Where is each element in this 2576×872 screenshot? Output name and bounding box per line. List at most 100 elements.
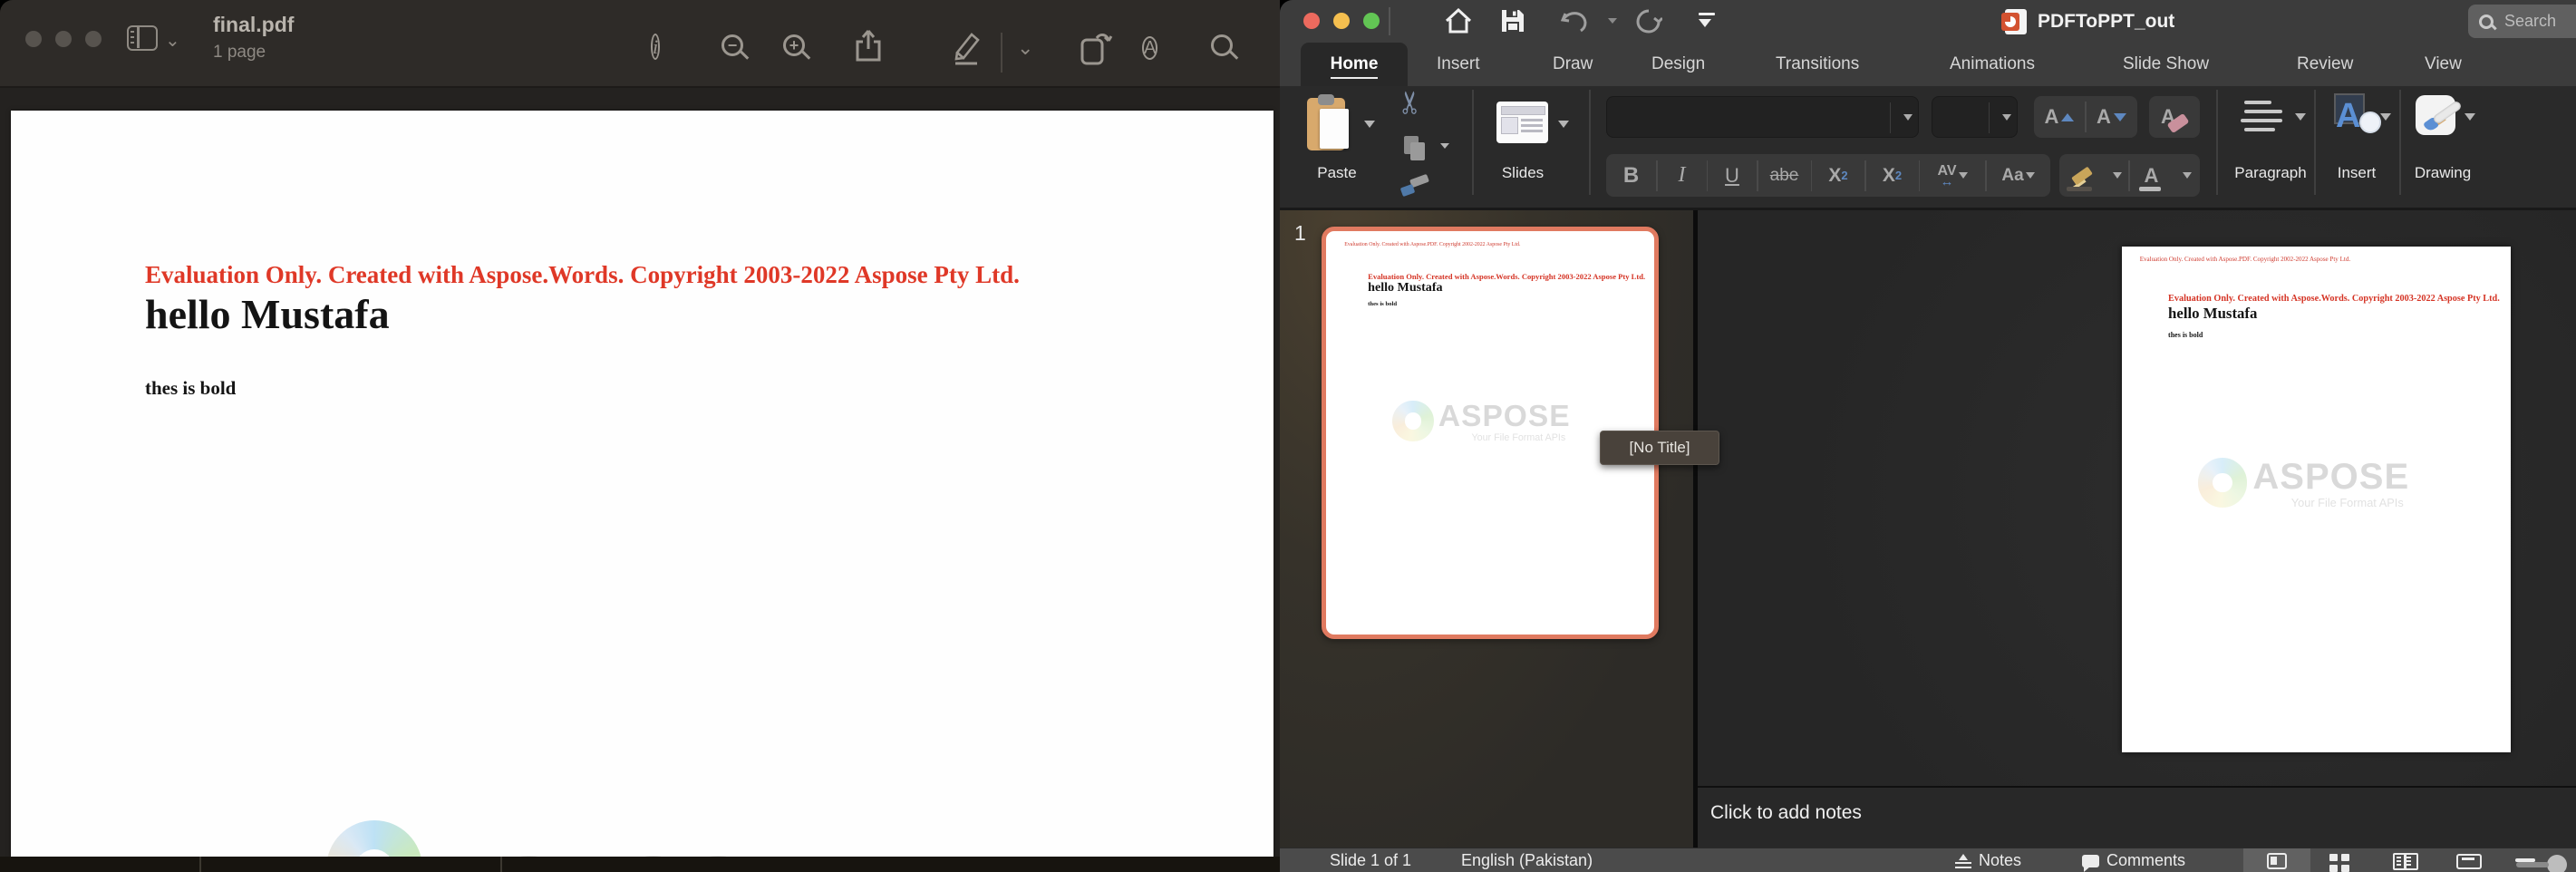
reading-view-button[interactable] bbox=[2387, 848, 2427, 872]
insert-dropdown-arrow-icon[interactable] bbox=[2380, 113, 2391, 121]
slides-dropdown-arrow-icon[interactable] bbox=[1558, 121, 1569, 128]
sorter-square bbox=[2341, 854, 2349, 861]
normal-view-button[interactable] bbox=[2243, 848, 2310, 872]
zoom-in-button[interactable]: + bbox=[783, 34, 819, 71]
preview-window: ⌄ final.pdf 1 page i − + bbox=[0, 0, 1280, 872]
font-name-combobox[interactable] bbox=[1606, 96, 1919, 138]
sorter-square bbox=[2329, 865, 2338, 872]
pdf-page: Evaluation Only. Created with Aspose.Wor… bbox=[11, 111, 1273, 857]
search-box[interactable]: Search bbox=[2468, 5, 2576, 38]
minimize-button[interactable] bbox=[1333, 13, 1350, 29]
slide-canvas[interactable]: Evaluation Only. Created with Aspose.PDF… bbox=[2122, 247, 2511, 752]
superscript-base: X bbox=[1828, 165, 1841, 187]
info-button[interactable]: i bbox=[651, 34, 687, 71]
copy-dropdown-arrow-icon[interactable] bbox=[1440, 143, 1449, 149]
clear-formatting-button[interactable]: A bbox=[2149, 96, 2200, 138]
tab-review[interactable]: Review bbox=[2297, 43, 2353, 86]
triangle-up-icon bbox=[2061, 113, 2074, 121]
zoom-slider[interactable] bbox=[2547, 855, 2567, 872]
left-right-arrow-icon: ↔ bbox=[1937, 178, 1956, 187]
powerpoint-window: PDFToPPT_out Search Home Insert Draw Des… bbox=[1280, 0, 2576, 872]
redo-button[interactable] bbox=[1635, 8, 1662, 38]
italic-button[interactable]: I bbox=[1658, 154, 1707, 197]
traffic-lights bbox=[25, 31, 102, 47]
copy-button[interactable] bbox=[1404, 136, 1426, 161]
tab-insert[interactable]: Insert bbox=[1437, 43, 1480, 86]
font-color-button[interactable]: A bbox=[2130, 154, 2174, 197]
highlight-button[interactable] bbox=[2059, 154, 2105, 197]
zoom-button[interactable] bbox=[1363, 13, 1380, 29]
markup-button[interactable] bbox=[950, 29, 986, 65]
slide-show-button[interactable] bbox=[2451, 848, 2491, 872]
notes-pane[interactable]: Click to add notes bbox=[1698, 786, 2576, 848]
underline-button[interactable]: U bbox=[1708, 154, 1757, 197]
paste-button[interactable] bbox=[1307, 94, 1351, 152]
grow-font-button[interactable]: A bbox=[2034, 96, 2085, 138]
undo-dropdown-arrow-icon[interactable] bbox=[1608, 18, 1617, 24]
home-icon bbox=[1445, 8, 1472, 34]
ppt-titlebar: PDFToPPT_out Search bbox=[1280, 0, 2576, 43]
font-size-combobox[interactable] bbox=[1932, 96, 2018, 138]
search-button[interactable] bbox=[1211, 34, 1247, 71]
markup-chevron-icon[interactable]: ⌄ bbox=[1017, 36, 1033, 60]
format-painter-button[interactable] bbox=[1401, 177, 1430, 199]
annotate-button[interactable]: A bbox=[1142, 34, 1178, 71]
drawing-dropdown-arrow-icon[interactable] bbox=[2465, 113, 2475, 121]
drawing-label: Drawing bbox=[2393, 164, 2493, 182]
comments-toggle-button[interactable]: Comments bbox=[2082, 851, 2185, 870]
character-spacing-button[interactable]: AV↔ bbox=[1920, 154, 1985, 197]
bold-button[interactable]: B bbox=[1606, 154, 1656, 197]
undo-button[interactable] bbox=[1561, 8, 1590, 38]
tab-draw[interactable]: Draw bbox=[1553, 43, 1593, 86]
slide-sorter-button[interactable] bbox=[2322, 848, 2358, 872]
home-button[interactable] bbox=[1445, 8, 1472, 38]
reading-view-icon bbox=[2393, 853, 2418, 870]
color-buttons: A bbox=[2059, 154, 2200, 197]
tab-animations[interactable]: Animations bbox=[1950, 43, 2035, 86]
zoom-button[interactable] bbox=[85, 31, 102, 47]
page-count: 1 page bbox=[213, 43, 294, 63]
tab-view[interactable]: View bbox=[2425, 43, 2462, 86]
rotate-button[interactable] bbox=[1077, 29, 1113, 65]
customize-arrow-icon bbox=[1699, 19, 1711, 27]
change-case-button[interactable]: Aa bbox=[1987, 154, 2050, 197]
sidebar-toggle-button[interactable]: ⌄ bbox=[127, 24, 181, 60]
save-button[interactable] bbox=[1500, 8, 1525, 38]
tab-home[interactable]: Home bbox=[1301, 43, 1408, 86]
search-placeholder: Search bbox=[2504, 12, 2556, 31]
font-color-dropdown[interactable] bbox=[2174, 154, 2199, 197]
share-button[interactable] bbox=[854, 29, 890, 65]
shrink-font-letter: A bbox=[2097, 105, 2111, 129]
font-style-buttons: B I U abe X2 X2 AV↔ Aa bbox=[1606, 154, 2050, 197]
paragraph-button[interactable] bbox=[2239, 99, 2288, 139]
tab-transitions[interactable]: Transitions bbox=[1776, 43, 1859, 86]
paste-dropdown-arrow-icon[interactable] bbox=[1364, 121, 1375, 128]
strikethrough-button[interactable]: abe bbox=[1758, 154, 1811, 197]
pdf-heading: hello Mustafa bbox=[145, 290, 390, 338]
language-indicator[interactable]: English (Pakistan) bbox=[1461, 851, 1593, 870]
tab-slide-show[interactable]: Slide Show bbox=[2123, 43, 2209, 86]
new-slide-button[interactable] bbox=[1496, 102, 1548, 143]
subscript-button[interactable]: X2 bbox=[1866, 154, 1919, 197]
close-button[interactable] bbox=[25, 31, 42, 47]
slide-heading: hello Mustafa bbox=[2168, 305, 2257, 323]
superscript-button[interactable]: X2 bbox=[1812, 154, 1864, 197]
aspose-swirl-logo-icon bbox=[2198, 458, 2247, 507]
triangle-down-icon bbox=[2114, 113, 2126, 121]
tab-design[interactable]: Design bbox=[1651, 43, 1705, 86]
cut-button[interactable]: ✂ bbox=[1392, 90, 1428, 116]
shrink-font-button[interactable]: A bbox=[2087, 96, 2137, 138]
subscript-base: X bbox=[1883, 165, 1895, 187]
zoom-out-button[interactable]: − bbox=[721, 34, 758, 71]
window-title-block: final.pdf 1 page bbox=[213, 13, 294, 63]
close-button[interactable] bbox=[1303, 13, 1320, 29]
highlight-dropdown[interactable] bbox=[2105, 154, 2128, 197]
paragraph-dropdown-arrow-icon[interactable] bbox=[2295, 113, 2306, 121]
dock-strip bbox=[0, 857, 1280, 872]
customize-toolbar-button[interactable] bbox=[1699, 13, 1715, 27]
notes-toggle-button[interactable]: Notes bbox=[1955, 851, 2021, 870]
font-color-letter: A bbox=[2145, 164, 2159, 188]
drawing-button[interactable] bbox=[2416, 95, 2463, 139]
insert-button[interactable]: A bbox=[2332, 93, 2383, 139]
minimize-button[interactable] bbox=[55, 31, 72, 47]
